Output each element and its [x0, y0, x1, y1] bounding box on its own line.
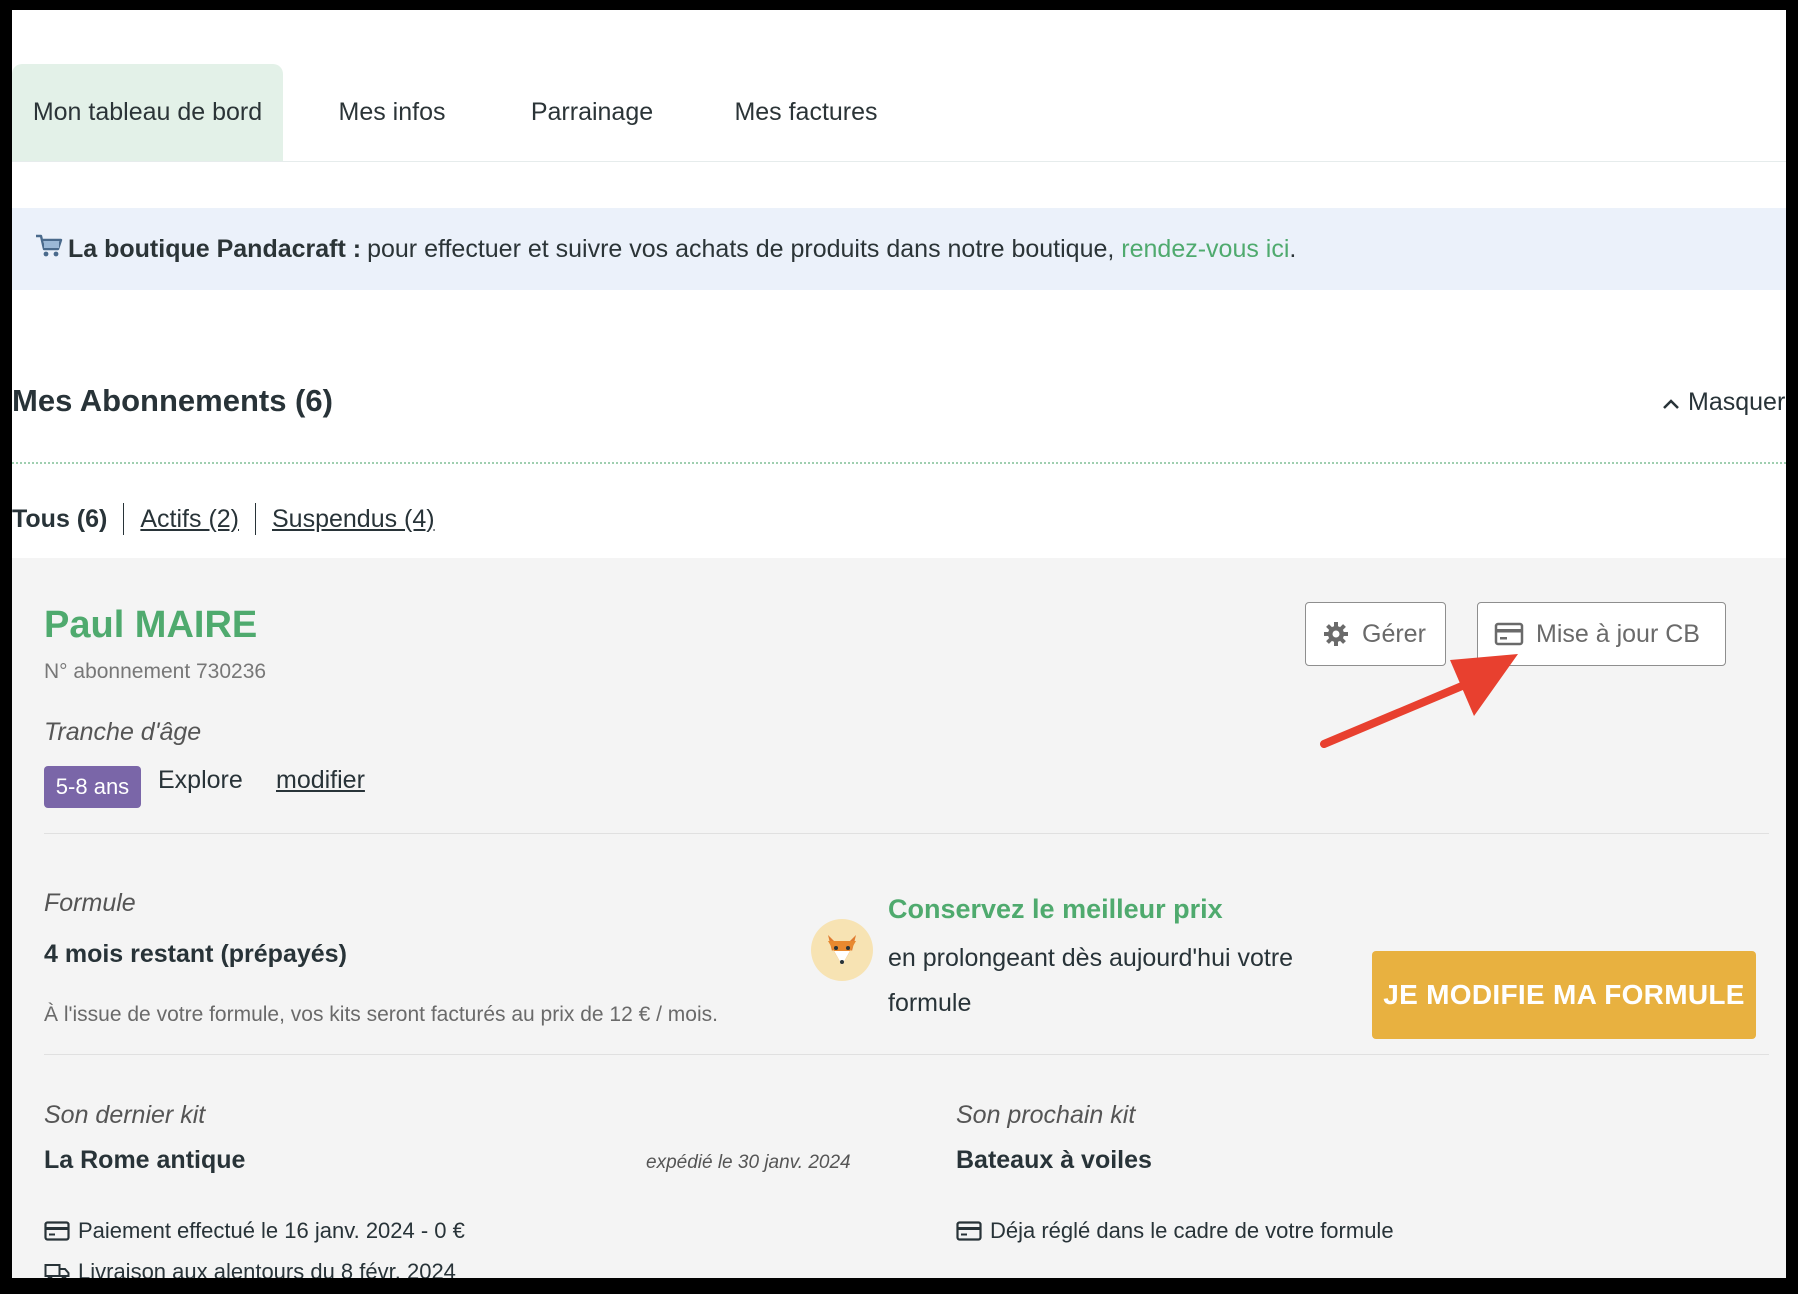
- modify-age-link[interactable]: modifier: [276, 766, 365, 795]
- truck-icon: [44, 1262, 78, 1278]
- age-range-name: Explore: [158, 766, 243, 794]
- last-kit-label: Son dernier kit: [44, 1101, 206, 1129]
- promo-title: Conservez le meilleur prix: [888, 894, 1223, 924]
- shop-banner-end: .: [1289, 234, 1297, 263]
- page: Mon tableau de bord Mes infos Parrainage…: [12, 10, 1786, 1278]
- age-range-label: Tranche d'âge: [44, 718, 202, 746]
- section-divider: [12, 462, 1786, 464]
- subscriptions-title: Mes Abonnements (6): [12, 383, 333, 418]
- credit-card-icon: [956, 1221, 990, 1241]
- last-kit-delivery-text: Livraison aux alentours du 8 févr. 2024: [78, 1259, 456, 1278]
- last-kit-delivery: Livraison aux alentours du 8 févr. 2024: [44, 1259, 456, 1278]
- formula-label: Formule: [44, 889, 136, 917]
- shop-banner: La boutique Pandacraft : pour effectuer …: [12, 208, 1786, 290]
- hide-subscriptions-toggle[interactable]: Masquer: [1662, 388, 1785, 417]
- cart-icon: [34, 233, 64, 266]
- shop-banner-title: La boutique Pandacraft :: [68, 234, 362, 263]
- filter-active[interactable]: Actifs (2): [140, 505, 239, 534]
- promo-text: en prolongeant dès aujourd'hui votre for…: [888, 944, 1294, 1017]
- credit-card-icon: [44, 1221, 78, 1241]
- subscriber-name: Paul MAIRE: [44, 604, 258, 646]
- subscription-card: Paul MAIRE N° abonnement 730236 Gérer Mi…: [12, 558, 1786, 1278]
- last-kit-payment-text: Paiement effectué le 16 janv. 2024 - 0 €: [78, 1218, 465, 1243]
- tab-dashboard[interactable]: Mon tableau de bord: [12, 64, 283, 161]
- tab-invoices[interactable]: Mes factures: [716, 64, 896, 161]
- hide-label: Masquer: [1688, 388, 1786, 416]
- filter-separator: [123, 503, 125, 535]
- last-kit-payment: Paiement effectué le 16 janv. 2024 - 0 €: [44, 1218, 465, 1244]
- formula-remaining: 4 mois restant (prépayés): [44, 940, 347, 968]
- last-kit-name: La Rome antique: [44, 1146, 246, 1174]
- subscription-number: N° abonnement 730236: [44, 660, 267, 683]
- next-kit-payment: Déja réglé dans le cadre de votre formul…: [956, 1218, 1394, 1244]
- next-kit-label: Son prochain kit: [956, 1101, 1136, 1129]
- tab-referral[interactable]: Parrainage: [512, 64, 672, 161]
- filter-separator: [255, 503, 256, 535]
- subscription-filters: Tous (6) Actifs (2) Suspendus (4): [12, 503, 435, 535]
- next-kit-payment-text: Déja réglé dans le cadre de votre formul…: [990, 1218, 1394, 1243]
- filter-all[interactable]: Tous (6): [12, 505, 107, 534]
- next-kit-name: Bateaux à voiles: [956, 1146, 1152, 1174]
- formula-note: À l'issue de votre formule, vos kits ser…: [44, 1003, 718, 1026]
- update-card-label: Mise à jour CB: [1536, 619, 1700, 648]
- divider: [44, 833, 1769, 834]
- shop-link[interactable]: rendez-vous ici: [1121, 235, 1289, 264]
- age-badge: 5-8 ans: [44, 766, 141, 808]
- chevron-up-icon: [1662, 388, 1680, 417]
- tab-bar: Mon tableau de bord Mes infos Parrainage…: [12, 10, 1786, 162]
- annotation-arrow: [1320, 654, 1518, 748]
- divider: [44, 1054, 1769, 1055]
- fox-icon: [811, 919, 873, 981]
- change-formula-button[interactable]: JE MODIFIE MA FORMULE: [1372, 951, 1756, 1039]
- shop-banner-text: pour effectuer et suivre vos achats de p…: [367, 234, 1115, 263]
- last-kit-shipped-date: expédié le 30 janv. 2024: [646, 1152, 851, 1173]
- tab-my-info[interactable]: Mes infos: [312, 64, 472, 161]
- filter-suspended[interactable]: Suspendus (4): [272, 505, 435, 534]
